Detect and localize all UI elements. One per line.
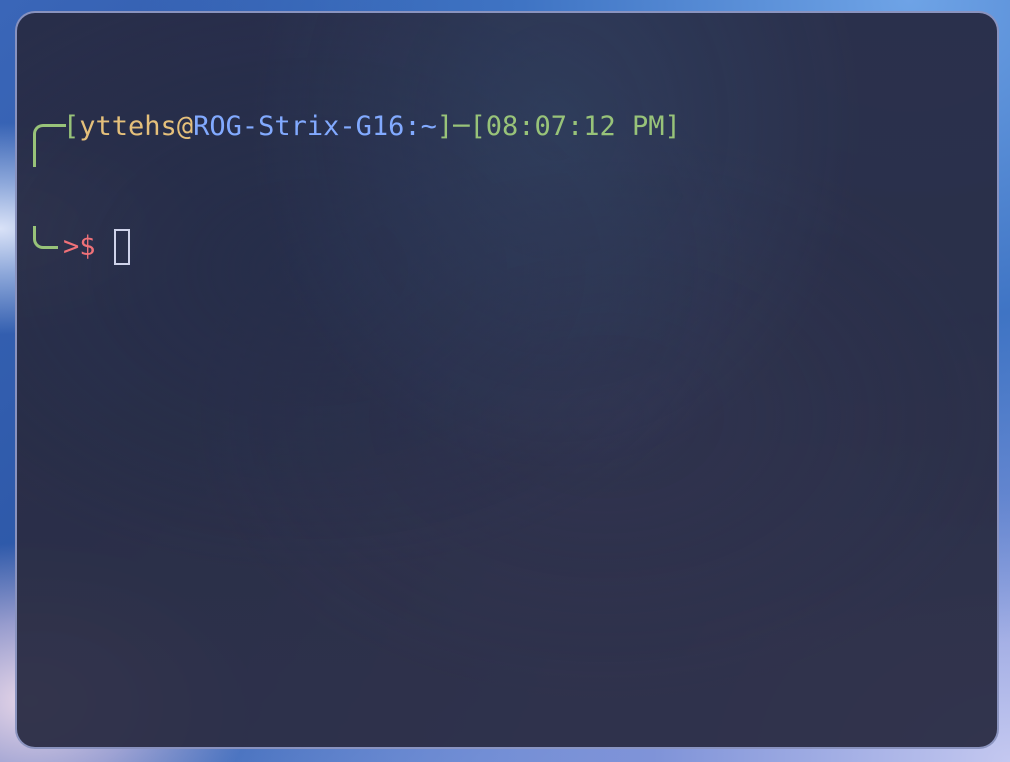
prompt-corner-bottom-connector bbox=[25, 226, 63, 250]
prompt-close-bracket: ] bbox=[436, 111, 454, 142]
prompt-time: [08:07:12 PM] bbox=[469, 111, 681, 142]
terminal-window[interactable]: [yttehs @ ROG-Strix-G16:~] ─ [08:07:12 PM] >… bbox=[15, 11, 999, 749]
prompt-path: :~ bbox=[404, 111, 437, 142]
prompt-line-1: [yttehs @ ROG-Strix-G16:~] ─ [08:07:12 PM] bbox=[25, 107, 989, 167]
prompt-dollar-symbol: $ bbox=[79, 231, 96, 262]
terminal-output[interactable]: [yttehs @ ROG-Strix-G16:~] ─ [08:07:12 PM] >… bbox=[25, 27, 989, 347]
terminal-cursor[interactable] bbox=[113, 229, 130, 265]
prompt-username: yttehs bbox=[79, 111, 177, 142]
prompt-corner-top-connector bbox=[25, 124, 66, 167]
prompt-line-2: > $ bbox=[25, 226, 989, 267]
prompt-hostname: ROG-Strix-G16 bbox=[193, 111, 405, 142]
prompt-dash-separator: ─ bbox=[453, 111, 470, 142]
prompt-arrow: > bbox=[63, 231, 80, 262]
prompt-at-sign: @ bbox=[176, 111, 194, 142]
